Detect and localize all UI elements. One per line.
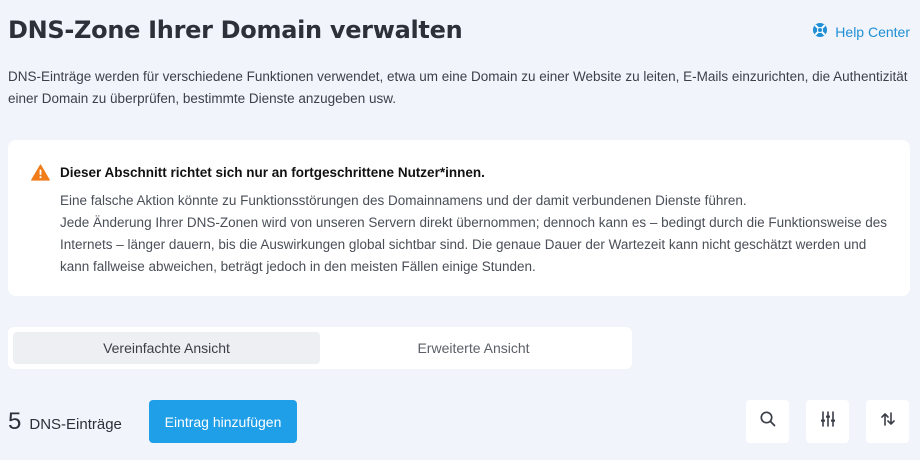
dns-zone-page: DNS-Zone Ihrer Domain verwalten Help Cen… <box>0 0 920 460</box>
records-count: 5 DNS-Einträge <box>8 408 122 436</box>
records-count-label: DNS-Einträge <box>29 416 122 433</box>
advanced-view-tab[interactable]: Erweiterte Ansicht <box>320 332 627 364</box>
help-center-link[interactable]: Help Center <box>812 22 910 41</box>
notice-line-2: Jede Änderung Ihrer DNS-Zonen wird von u… <box>60 215 887 274</box>
records-count-number: 5 <box>8 408 22 435</box>
filter-sliders-icon <box>819 410 837 433</box>
search-button[interactable] <box>746 400 789 443</box>
sort-button[interactable] <box>866 400 909 443</box>
advanced-users-notice: Dieser Abschnitt richtet sich nur an for… <box>8 140 910 296</box>
lifebuoy-icon <box>812 22 828 41</box>
help-center-label: Help Center <box>835 23 910 40</box>
search-icon <box>759 410 777 433</box>
intro-text: DNS-Einträge werden für verschiedene Fun… <box>8 69 908 106</box>
page-title: DNS-Zone Ihrer Domain verwalten <box>8 16 463 44</box>
add-record-button[interactable]: Eintrag hinzufügen <box>149 400 297 443</box>
simple-view-tab[interactable]: Vereinfachte Ansicht <box>13 332 320 364</box>
notice-line-1: Eine falsche Aktion könnte zu Funktionss… <box>60 193 747 208</box>
view-toggle: Vereinfachte Ansicht Erweiterte Ansicht <box>8 327 632 369</box>
sort-icon <box>879 410 897 433</box>
warning-icon <box>31 164 50 181</box>
filter-button[interactable] <box>806 400 849 443</box>
notice-heading: Dieser Abschnitt richtet sich nur an for… <box>60 165 485 180</box>
notice-body: Eine falsche Aktion könnte zu Funktionss… <box>60 190 890 278</box>
